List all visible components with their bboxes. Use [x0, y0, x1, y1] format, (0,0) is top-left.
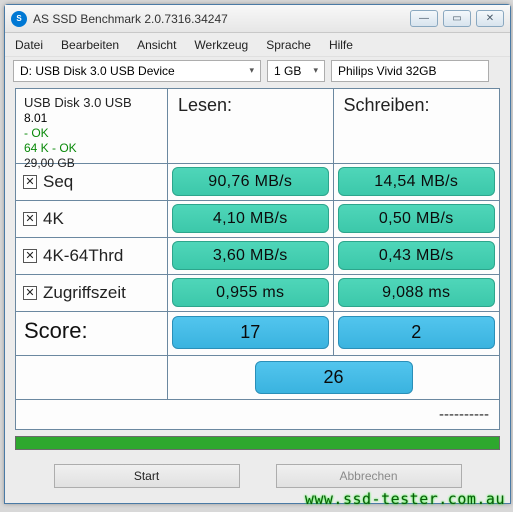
row-4k: ✕ 4K 4,10 MB/s 0,50 MB/s [16, 200, 499, 237]
results-panel: USB Disk 3.0 USB 8.01 - OK 64 K - OK 2 9,… [15, 88, 500, 430]
score-total: 26 [255, 361, 413, 394]
row-access: ✕ Zugriffszeit 0,955 ms 9,088 ms [16, 274, 499, 311]
compression-row: ---------- [16, 399, 499, 429]
menu-help[interactable]: Hilfe [329, 38, 353, 52]
checkbox-4k[interactable]: ✕ [23, 212, 37, 226]
row-4k64: ✕ 4K-64Thrd 3,60 MB/s 0,43 MB/s [16, 237, 499, 274]
menu-edit[interactable]: Bearbeiten [61, 38, 119, 52]
score-read: 17 [172, 316, 329, 349]
firmware-version: 8.01 [24, 111, 159, 126]
chevron-down-icon: ▾ [249, 65, 254, 76]
drive-name: USB Disk 3.0 USB [24, 95, 159, 111]
identity-field[interactable]: Philips Vivid 32GB [331, 60, 489, 82]
start-button[interactable]: Start [54, 464, 240, 488]
progress-bar [15, 436, 500, 450]
score-label: Score: [16, 312, 168, 355]
acc-write: 9,088 ms [338, 278, 496, 307]
menu-tools[interactable]: Werkzeug [194, 38, 248, 52]
score-row: Score: 17 2 [16, 311, 499, 355]
compression-value: ---------- [439, 406, 489, 423]
acc-read: 0,955 ms [172, 278, 329, 307]
window-controls: — ▭ ✕ [410, 10, 504, 27]
score-write: 2 [338, 316, 496, 349]
checkbox-4k64[interactable]: ✕ [23, 249, 37, 263]
device-dropdown[interactable]: D: USB Disk 3.0 USB Device ▾ [13, 60, 261, 82]
label-4k64: 4K-64Thrd [43, 246, 123, 266]
seq-write: 14,54 MB/s [338, 167, 496, 196]
menu-view[interactable]: Ansicht [137, 38, 176, 52]
r4k64-write: 0,43 MB/s [338, 241, 496, 270]
abort-button[interactable]: Abbrechen [276, 464, 462, 488]
label-4k: 4K [43, 209, 64, 229]
score-total-row: 26 [16, 355, 499, 399]
seq-read: 90,76 MB/s [172, 167, 329, 196]
r4k64-read: 3,60 MB/s [172, 241, 329, 270]
toolbar: D: USB Disk 3.0 USB Device ▾ 1 GB ▾ Phil… [5, 57, 510, 84]
testsize-dropdown[interactable]: 1 GB ▾ [267, 60, 325, 82]
menu-file[interactable]: Datei [15, 38, 43, 52]
device-selected: D: USB Disk 3.0 USB Device [20, 64, 175, 78]
driver-status: - OK [24, 126, 159, 141]
testsize-selected: 1 GB [274, 64, 301, 78]
r4k-read: 4,10 MB/s [172, 204, 329, 233]
app-icon: S [11, 11, 27, 27]
menubar: Datei Bearbeiten Ansicht Werkzeug Sprach… [5, 33, 510, 57]
titlebar[interactable]: S AS SSD Benchmark 2.0.7316.34247 — ▭ ✕ [5, 5, 510, 33]
alignment-status: 64 K - OK [24, 141, 159, 156]
checkbox-access[interactable]: ✕ [23, 286, 37, 300]
menu-language[interactable]: Sprache [266, 38, 311, 52]
r4k-write: 0,50 MB/s [338, 204, 496, 233]
chevron-down-icon: ▾ [313, 65, 318, 76]
maximize-button[interactable]: ▭ [443, 10, 471, 27]
test-rows: ✕ Seq 90,76 MB/s 14,54 MB/s ✕ 4K 4,10 MB/s… [16, 163, 499, 311]
watermark: www.ssd-tester.com.au [305, 490, 505, 508]
close-button[interactable]: ✕ [476, 10, 504, 27]
label-seq: Seq [43, 172, 73, 192]
app-window: S AS SSD Benchmark 2.0.7316.34247 — ▭ ✕ … [4, 4, 511, 504]
checkbox-seq[interactable]: ✕ [23, 175, 37, 189]
label-access: Zugriffszeit [43, 283, 126, 303]
row-seq: ✕ Seq 90,76 MB/s 14,54 MB/s [16, 163, 499, 200]
minimize-button[interactable]: — [410, 10, 438, 27]
action-buttons: Start Abbrechen [15, 464, 500, 488]
window-title: AS SSD Benchmark 2.0.7316.34247 [33, 12, 228, 26]
